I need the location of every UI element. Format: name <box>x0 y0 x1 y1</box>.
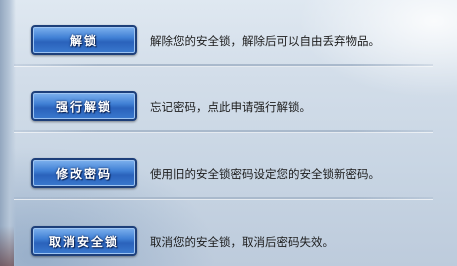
option-row-change-password: 修改密码 使用旧的安全锁密码设定您的安全锁新密码。 <box>0 132 457 200</box>
change-password-button-label: 修改密码 <box>55 166 112 181</box>
option-row-cancel-lock: 取消安全锁 取消您的安全锁，取消后密码失效。 <box>0 199 457 265</box>
change-password-button[interactable]: 修改密码 <box>31 158 137 188</box>
unlock-button-label: 解锁 <box>69 33 98 48</box>
cancel-lock-button-label: 取消安全锁 <box>48 234 119 249</box>
cancel-lock-button[interactable]: 取消安全锁 <box>31 226 137 256</box>
security-lock-panel: 解锁 解除您的安全锁，解除后可以自由丢弃物品。 强行解锁 忘记密码，点此申请强行… <box>0 0 457 266</box>
force-unlock-button[interactable]: 强行解锁 <box>31 91 137 121</box>
change-password-description: 使用旧的安全锁密码设定您的安全锁新密码。 <box>150 167 380 181</box>
force-unlock-button-label: 强行解锁 <box>55 99 112 114</box>
unlock-description: 解除您的安全锁，解除后可以自由丢弃物品。 <box>150 34 380 48</box>
cancel-lock-description: 取消您的安全锁，取消后密码失效。 <box>150 235 334 249</box>
option-row-unlock: 解锁 解除您的安全锁，解除后可以自由丢弃物品。 <box>0 0 457 67</box>
force-unlock-description: 忘记密码，点此申请强行解锁。 <box>150 100 311 114</box>
unlock-button[interactable]: 解锁 <box>31 25 137 55</box>
option-row-force-unlock: 强行解锁 忘记密码，点此申请强行解锁。 <box>0 66 457 133</box>
